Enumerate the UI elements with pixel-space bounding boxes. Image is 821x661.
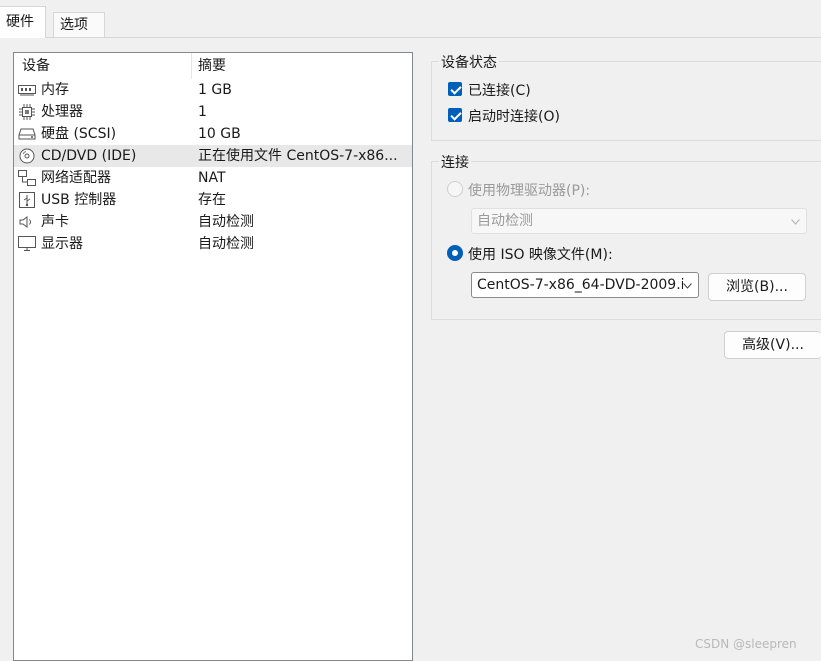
device-status-title: 设备状态	[439, 52, 499, 72]
physical-drive-label[interactable]: 使用物理驱动器(P):	[468, 180, 590, 200]
column-divider[interactable]	[191, 53, 192, 79]
device-status-group	[431, 61, 821, 141]
device-name: USB 控制器	[41, 192, 117, 208]
device-name: 声卡	[41, 214, 69, 230]
device-list-header: 设备 摘要	[14, 53, 412, 79]
tab-bar: 硬件 选项	[0, 0, 821, 38]
connected-label[interactable]: 已连接(C)	[468, 80, 531, 100]
tab-divider	[0, 37, 821, 38]
connect-at-power-on-checkbox[interactable]	[448, 108, 462, 122]
device-name: 内存	[41, 82, 69, 98]
device-row-memory[interactable]: 内存 1 GB	[14, 79, 412, 101]
device-name: 网络适配器	[41, 170, 111, 186]
usb-icon	[18, 192, 36, 208]
device-summary: NAT	[198, 170, 226, 186]
hard-disk-icon	[18, 126, 36, 142]
device-list[interactable]: 设备 摘要 内存 1 GB 处理器 1 硬盘 (SCSI) 10 GB CD/D…	[13, 52, 413, 661]
device-row-hard-disk[interactable]: 硬盘 (SCSI) 10 GB	[14, 123, 412, 145]
processor-icon	[18, 104, 36, 120]
cd-dvd-icon	[18, 148, 36, 164]
chevron-down-icon[interactable]	[683, 281, 692, 290]
watermark: CSDN @sleepren	[695, 637, 797, 651]
browse-button[interactable]: 浏览(B)...	[708, 273, 806, 301]
device-summary: 1	[198, 104, 207, 120]
speaker-icon	[18, 214, 36, 230]
device-row-cd-dvd[interactable]: CD/DVD (IDE) 正在使用文件 CentOS-7-x86...	[14, 145, 412, 167]
device-row-display[interactable]: 显示器 自动检测	[14, 233, 412, 255]
connect-at-power-on-label[interactable]: 启动时连接(O)	[468, 106, 560, 126]
column-header-device[interactable]: 设备	[22, 53, 50, 79]
device-name: 处理器	[41, 104, 83, 120]
physical-drive-radio[interactable]	[447, 181, 463, 197]
memory-icon	[18, 82, 36, 98]
connected-checkbox[interactable]	[448, 82, 462, 96]
device-row-usb-controller[interactable]: USB 控制器 存在	[14, 189, 412, 211]
iso-path-combo[interactable]: CentOS-7-x86_64-DVD-2009.is	[471, 272, 699, 298]
tab-options[interactable]: 选项	[53, 12, 105, 38]
network-adapter-icon	[18, 170, 36, 186]
column-header-summary[interactable]: 摘要	[198, 53, 226, 79]
device-summary: 存在	[198, 192, 226, 208]
physical-drive-value: 自动检测	[477, 213, 533, 229]
iso-image-radio[interactable]	[447, 245, 463, 261]
iso-image-label[interactable]: 使用 ISO 映像文件(M):	[468, 244, 613, 264]
connection-title: 连接	[439, 152, 471, 172]
monitor-icon	[18, 236, 36, 252]
physical-drive-select[interactable]: 自动检测	[471, 208, 807, 234]
device-summary: 10 GB	[198, 126, 241, 142]
device-name: CD/DVD (IDE)	[41, 148, 137, 164]
device-row-processor[interactable]: 处理器 1	[14, 101, 412, 123]
device-row-sound-card[interactable]: 声卡 自动检测	[14, 211, 412, 233]
device-summary: 自动检测	[198, 236, 254, 252]
device-summary: 1 GB	[198, 82, 232, 98]
advanced-button[interactable]: 高级(V)...	[724, 331, 821, 359]
device-name: 显示器	[41, 236, 83, 252]
device-summary: 自动检测	[198, 214, 254, 230]
device-row-network-adapter[interactable]: 网络适配器 NAT	[14, 167, 412, 189]
device-name: 硬盘 (SCSI)	[41, 126, 117, 142]
device-summary: 正在使用文件 CentOS-7-x86...	[198, 148, 398, 164]
chevron-down-icon	[791, 217, 800, 226]
tab-hardware[interactable]: 硬件	[0, 6, 46, 38]
iso-path-value[interactable]: CentOS-7-x86_64-DVD-2009.is	[477, 277, 692, 293]
vm-settings-window: 硬件 选项 设备 摘要 内存 1 GB 处理器 1 硬盘 (SCSI) 10 G…	[0, 0, 821, 661]
